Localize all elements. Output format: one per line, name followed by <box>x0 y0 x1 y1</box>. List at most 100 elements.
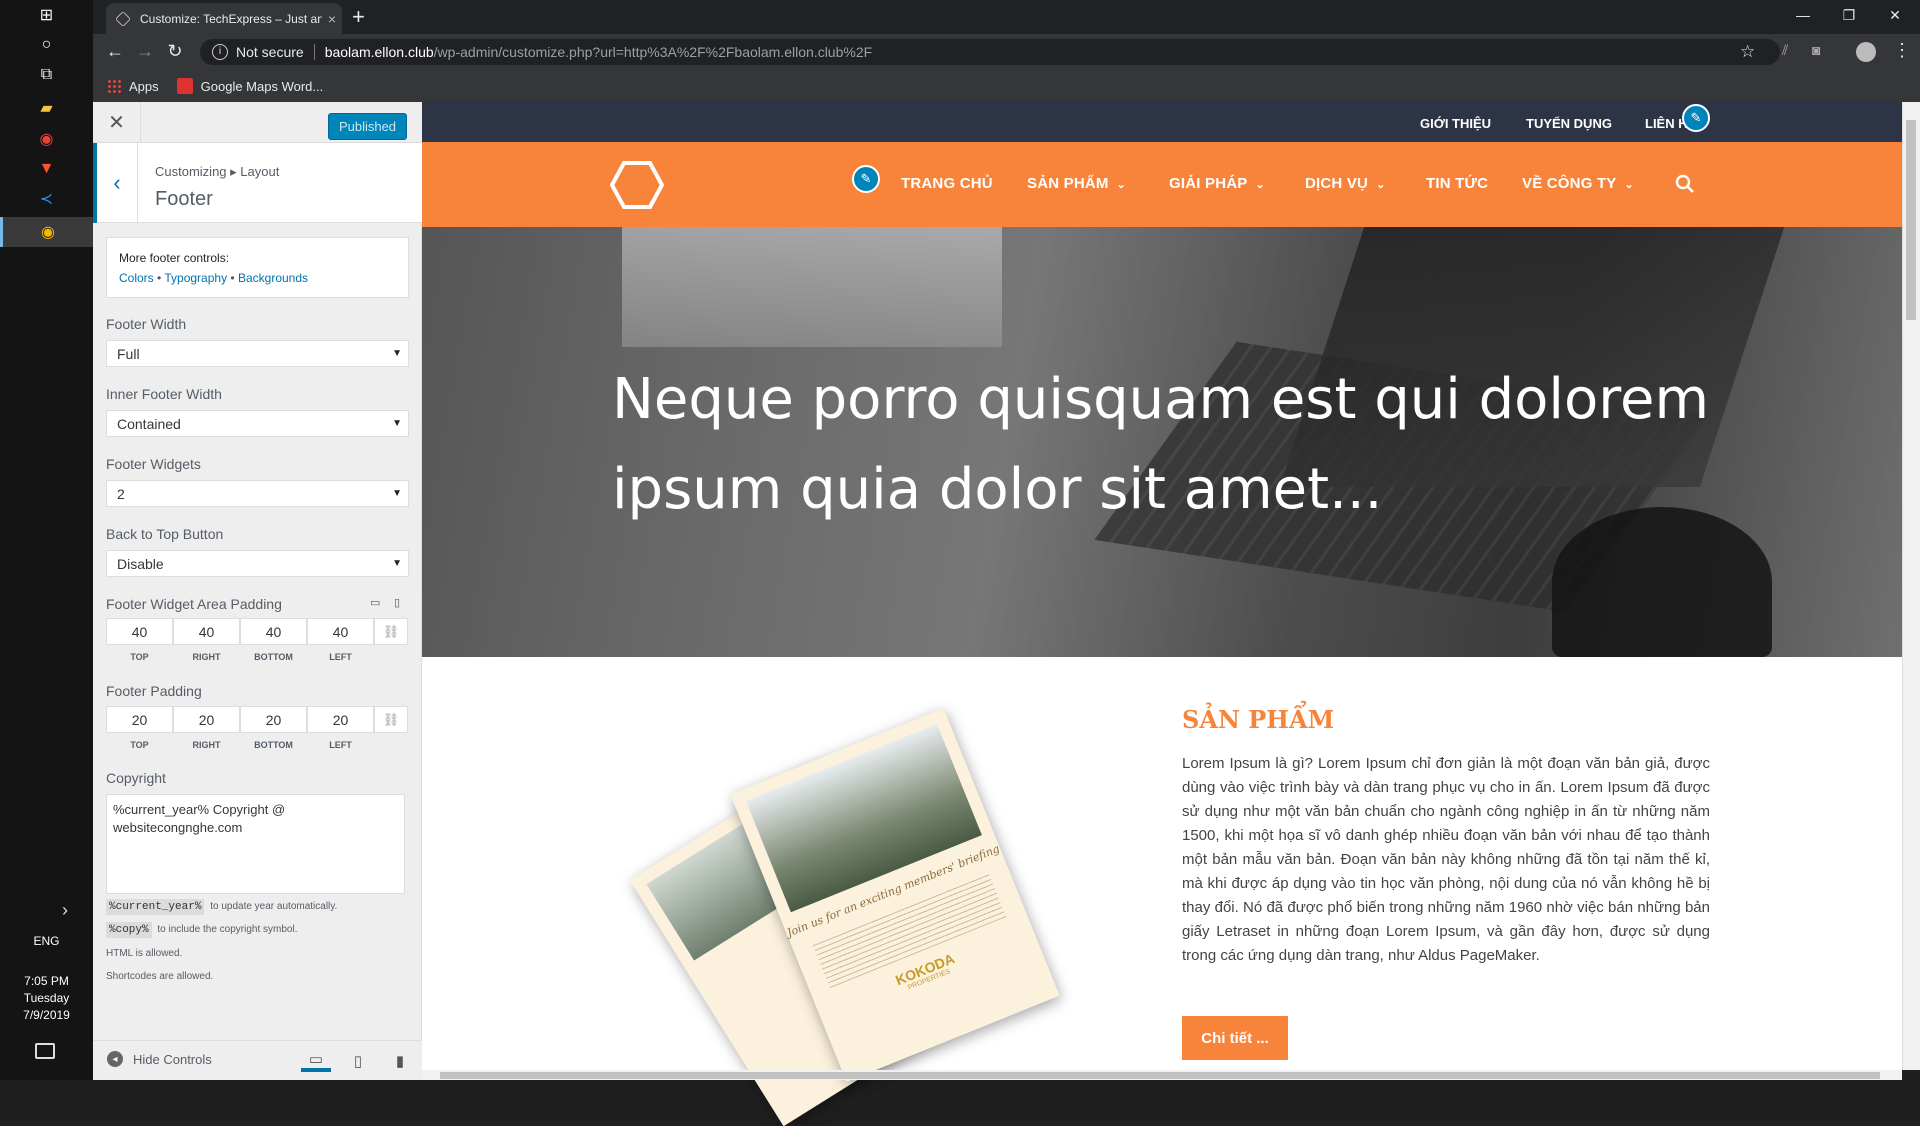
inner-footer-width-select[interactable]: Contained ▼ <box>106 410 409 437</box>
padding-side-label: TOP <box>130 740 149 750</box>
horizontal-scroll-thumb[interactable] <box>440 1072 1880 1079</box>
minimize-icon[interactable]: — <box>1780 0 1826 30</box>
edit-shortcut-icon[interactable]: ✎ <box>1682 104 1710 132</box>
chevron-down-icon: ⌄ <box>1116 179 1127 191</box>
select-value: Full <box>117 345 140 362</box>
search-icon[interactable] <box>1675 174 1695 194</box>
details-button[interactable]: Chi tiết ... <box>1182 1016 1288 1060</box>
new-tab-button[interactable]: + <box>352 4 365 30</box>
padding-side-label: TOP <box>130 652 149 662</box>
clock-date: 7/9/2019 <box>23 1008 70 1022</box>
publish-button[interactable]: Published <box>328 113 407 140</box>
footer-padding-right[interactable]: 20 <box>173 706 240 733</box>
task-view-icon[interactable]: ⧉ <box>0 60 93 90</box>
code-current-year: %current_year% <box>106 899 205 915</box>
widget-padding-bottom[interactable]: 40 <box>240 618 307 645</box>
preview-desktop-icon[interactable]: ▭ <box>301 1050 331 1072</box>
nav-about-company[interactable]: VỀ CÔNG TY ⌄ <box>1522 175 1634 192</box>
action-center-icon[interactable] <box>35 1043 55 1059</box>
top-link-about[interactable]: GIỚI THIỆU <box>1420 116 1491 131</box>
restore-icon[interactable]: ❐ <box>1826 0 1872 30</box>
nav-solutions[interactable]: GIẢI PHÁP ⌄ <box>1169 175 1265 192</box>
file-explorer-icon[interactable]: ▰ <box>0 93 93 123</box>
nav-label: TRANG CHỦ <box>901 175 993 192</box>
caret-down-icon: ▼ <box>392 418 402 429</box>
footer-padding-bottom[interactable]: 20 <box>240 706 307 733</box>
widget-padding-top[interactable]: 40 <box>106 618 173 645</box>
chrome-canary-icon[interactable]: ◉ <box>0 217 93 247</box>
widget-padding-right[interactable]: 40 <box>173 618 240 645</box>
browser-tab[interactable]: Customize: TechExpress – Just an × <box>106 3 342 34</box>
back-to-top-select[interactable]: Disable ▼ <box>106 550 409 577</box>
windows-start-icon[interactable]: ⊞ <box>0 0 93 30</box>
profile-avatar[interactable] <box>1856 42 1876 62</box>
back-arrow-icon[interactable]: ← <box>103 39 127 63</box>
select-value: Contained <box>117 415 181 432</box>
brave-icon[interactable]: ▼ <box>0 154 93 184</box>
bookmark-apps[interactable]: Apps <box>107 79 159 94</box>
close-customizer-icon[interactable]: ✕ <box>93 102 141 143</box>
nav-products[interactable]: SẢN PHẨM ⌄ <box>1027 175 1126 192</box>
vscode-icon[interactable]: ≺ <box>0 184 93 214</box>
chevron-down-icon: ⌄ <box>1255 179 1265 191</box>
url-host[interactable]: baolam.ellon.club <box>325 44 434 60</box>
hide-controls-button[interactable]: ◂ Hide Controls <box>107 1051 212 1067</box>
browser-menu-icon[interactable]: ⋮ <box>1893 40 1911 61</box>
link-values-icon[interactable]: ⛓ <box>374 706 408 733</box>
mobile-device-icon[interactable]: ▯ <box>394 596 400 609</box>
link-typography[interactable]: Typography <box>164 271 227 285</box>
footer-padding-top[interactable]: 20 <box>106 706 173 733</box>
note-year: %current_year% to update year automatica… <box>106 899 338 915</box>
nav-news[interactable]: TIN TỨC <box>1426 175 1488 192</box>
info-icon[interactable]: i <box>212 44 228 60</box>
address-bar[interactable]: i Not secure baolam.ellon.club/wp-admin/… <box>200 39 1780 65</box>
clock-day: Tuesday <box>23 991 70 1005</box>
footer-widgets-select[interactable]: 2 ▼ <box>106 480 409 507</box>
hide-arrow-icon: ◂ <box>107 1051 123 1067</box>
close-window-icon[interactable]: ✕ <box>1872 0 1918 30</box>
more-footer-controls: More footer controls: Colors • Typograph… <box>106 237 409 298</box>
tray-chevron-icon[interactable]: › <box>62 900 68 921</box>
back-chevron-icon[interactable]: ‹ <box>93 143 138 223</box>
desktop-device-icon[interactable]: ▭ <box>370 596 380 609</box>
widget-padding-left[interactable]: 40 <box>307 618 374 645</box>
nav-home[interactable]: TRANG CHỦ <box>901 175 993 192</box>
footer-width-select[interactable]: Full ▼ <box>106 340 409 367</box>
url-path[interactable]: /wp-admin/customize.php?url=http%3A%2F%2… <box>434 44 873 60</box>
bookmark-google-maps[interactable]: Google Maps Word... <box>176 78 323 94</box>
extension-icon[interactable]: ⫽ <box>1782 42 1788 59</box>
note-year-text: to update year automatically. <box>210 901 338 912</box>
language-indicator[interactable]: ENG <box>0 934 93 948</box>
top-link-careers[interactable]: TUYỂN DỤNG <box>1526 116 1612 131</box>
chrome-icon[interactable]: ◉ <box>0 124 93 154</box>
link-colors[interactable]: Colors <box>119 271 154 285</box>
padding-side-label: LEFT <box>329 740 352 750</box>
code-copy: %copy% <box>106 922 152 938</box>
vertical-scroll-thumb[interactable] <box>1906 120 1916 320</box>
forward-arrow-icon[interactable]: → <box>133 39 157 63</box>
system-clock[interactable]: 7:05 PM Tuesday 7/9/2019 <box>0 973 93 1024</box>
widget-padding-label: Footer Widget Area Padding <box>106 596 282 612</box>
edit-shortcut-icon[interactable]: ✎ <box>852 165 880 193</box>
footer-widgets-label: Footer Widgets <box>106 456 201 472</box>
padding-side-label: LEFT <box>329 652 352 662</box>
site-logo-hexagon-icon[interactable] <box>610 160 664 210</box>
tab-title: Customize: TechExpress – Just an <box>140 11 322 26</box>
link-values-icon[interactable]: ⛓ <box>374 618 408 645</box>
link-backgrounds[interactable]: Backgrounds <box>238 271 308 285</box>
footer-padding-label: Footer Padding <box>106 683 202 699</box>
preview-mobile-icon[interactable]: ▮ <box>385 1050 415 1072</box>
nav-services[interactable]: DỊCH VỤ ⌄ <box>1305 175 1386 192</box>
footer-padding-left[interactable]: 20 <box>307 706 374 733</box>
preview-tablet-icon[interactable]: ▯ <box>343 1050 373 1072</box>
reload-icon[interactable]: ↻ <box>163 39 187 63</box>
windows-taskbar: ⊞ ○ ⧉ ▰ ◉ ▼ ≺ ◉ › ENG 7:05 PM Tuesday 7/… <box>0 0 93 1080</box>
padding-side-label: RIGHT <box>192 740 221 750</box>
tab-close-icon[interactable]: × <box>322 11 342 27</box>
copyright-textarea[interactable]: %current_year% Copyright @ websitecongng… <box>106 794 405 894</box>
security-label[interactable]: Not secure <box>236 44 304 60</box>
bookmark-star-icon[interactable]: ☆ <box>1740 42 1755 62</box>
clock-time: 7:05 PM <box>24 974 69 988</box>
camera-icon[interactable]: ◙ <box>1812 42 1820 58</box>
search-circle-icon[interactable]: ○ <box>0 30 93 60</box>
